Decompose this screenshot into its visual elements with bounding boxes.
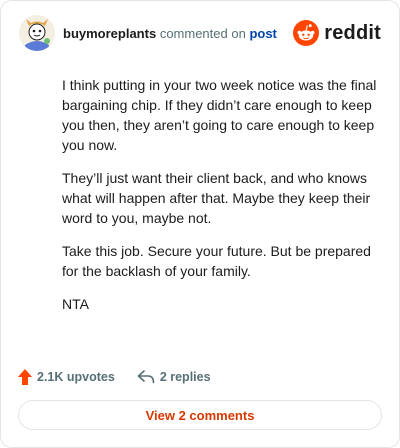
replies-button[interactable]: 2 replies — [137, 370, 211, 384]
comment-card: buymoreplants commented on post reddit I… — [0, 0, 400, 448]
reply-arrow-icon — [137, 370, 155, 384]
user-avatar[interactable] — [19, 15, 55, 51]
avatar-image — [19, 15, 55, 51]
comment-paragraph: NTA — [62, 296, 89, 312]
username[interactable]: buymoreplants — [63, 26, 156, 41]
reddit-wordmark: reddit — [324, 21, 381, 44]
comment-paragraph: I think putting in your two week notice … — [62, 77, 377, 153]
comment-paragraph: They’ll just want their client back, and… — [62, 170, 371, 226]
reddit-snoo-icon — [293, 20, 320, 46]
upvote-arrow-icon — [18, 369, 32, 385]
comment-body: I think putting in your two week notice … — [62, 75, 378, 327]
reddit-logo[interactable]: reddit — [293, 19, 381, 47]
comment-paragraph: Take this job. Secure your future. But b… — [62, 243, 371, 279]
view-comments-button[interactable]: View 2 comments — [18, 400, 382, 430]
author-line: buymoreplants commented on post — [63, 26, 277, 42]
comment-header: buymoreplants commented on post reddit — [19, 15, 381, 51]
commented-on-text: commented on — [159, 26, 246, 41]
upvote-button[interactable]: 2.1K upvotes — [18, 369, 115, 385]
upvote-count: 2.1K upvotes — [37, 370, 115, 384]
post-link[interactable]: post — [249, 26, 276, 41]
comment-actions: 2.1K upvotes 2 replies — [18, 365, 211, 389]
replies-count: 2 replies — [159, 370, 211, 384]
